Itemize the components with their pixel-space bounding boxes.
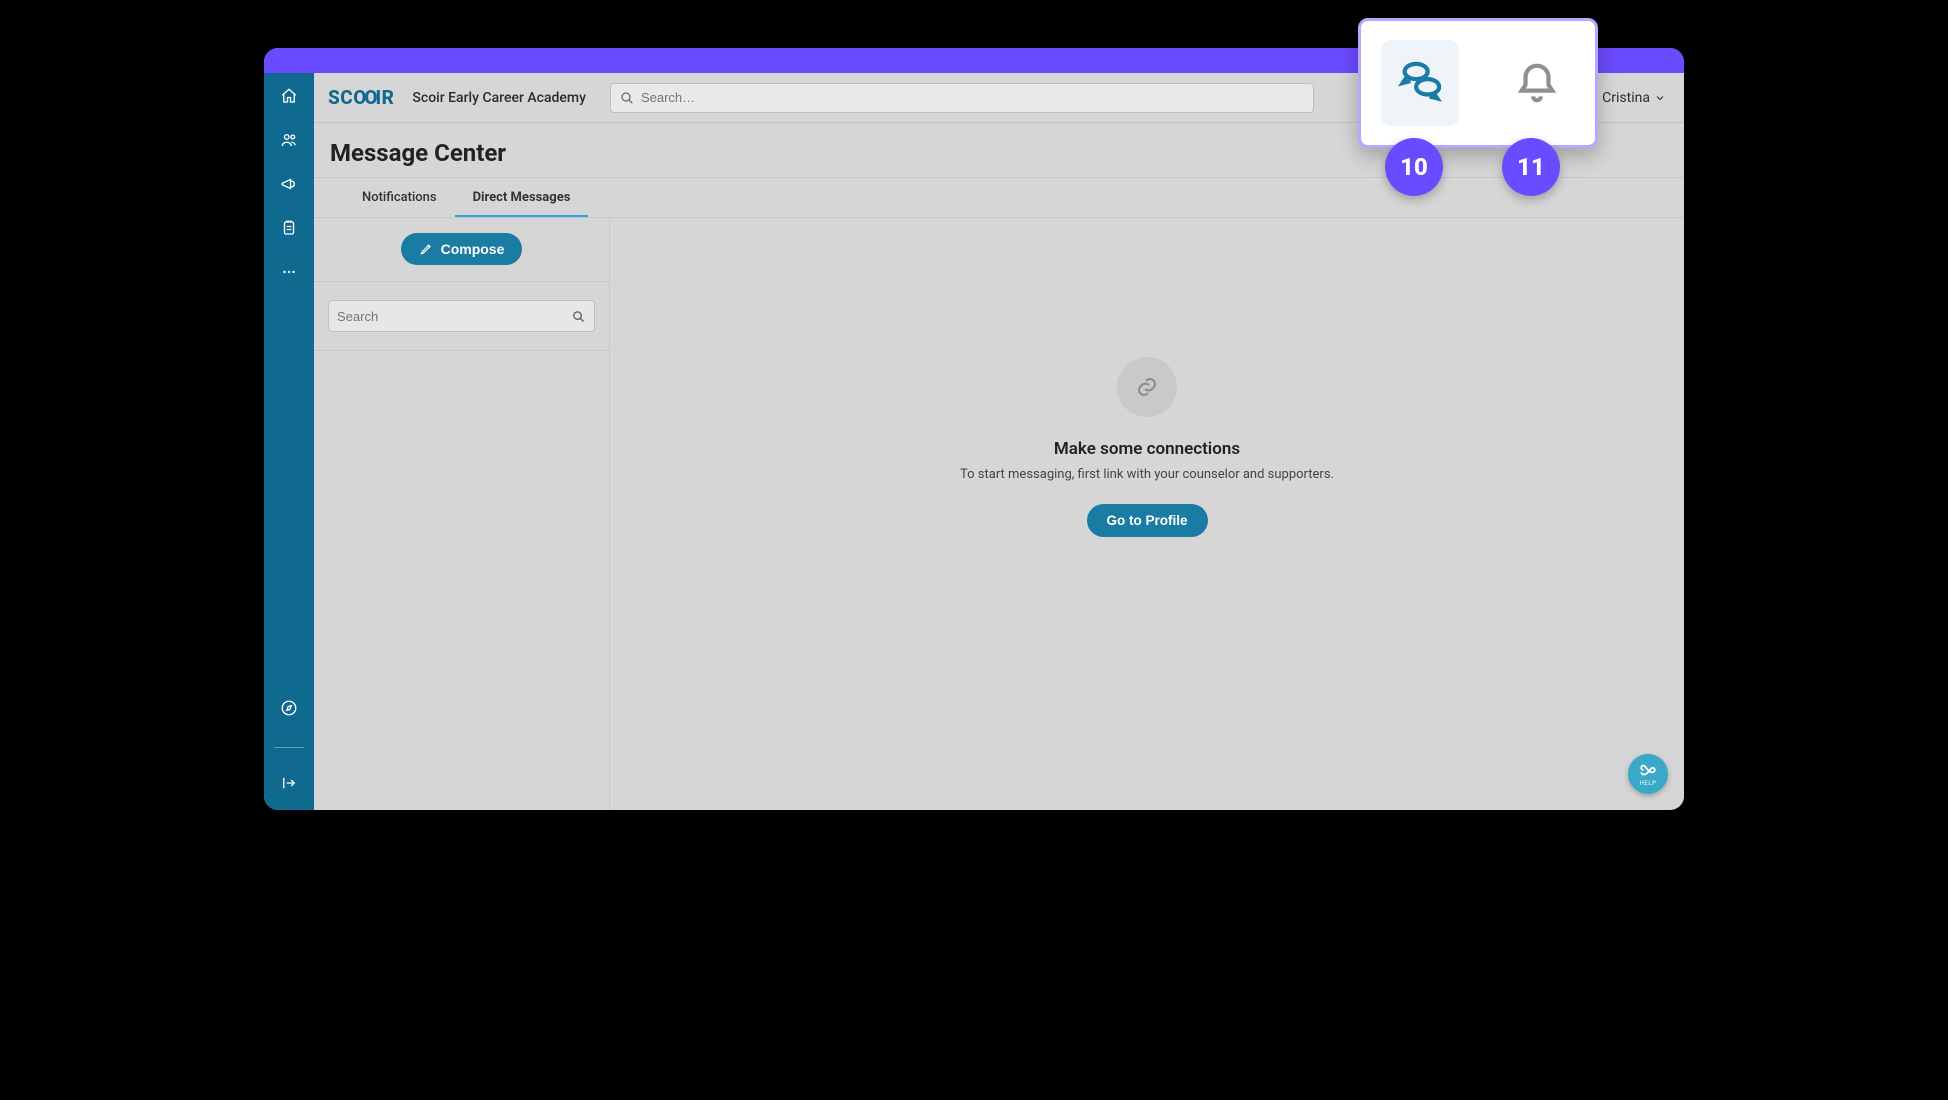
- link-icon: [1135, 375, 1159, 399]
- megaphone-icon[interactable]: [280, 175, 298, 197]
- conversation-search-input[interactable]: [337, 309, 565, 324]
- annotation-popover: [1358, 18, 1598, 148]
- search-icon: [571, 309, 586, 324]
- message-area: Make some connections To start messaging…: [610, 217, 1684, 810]
- bell-icon: [1514, 60, 1560, 106]
- app-window: SCOOIR Scoir Early Career Academy Cristi…: [264, 48, 1684, 810]
- empty-subtitle: To start messaging, first link with your…: [960, 467, 1334, 482]
- conversations-panel: Compose: [314, 217, 610, 810]
- help-label: HELP: [1640, 780, 1657, 787]
- notifications-tile[interactable]: [1498, 40, 1576, 126]
- people-icon[interactable]: [280, 131, 298, 153]
- user-menu[interactable]: Cristina: [1602, 90, 1666, 106]
- sidebar-divider: [274, 747, 304, 748]
- go-to-profile-button[interactable]: Go to Profile: [1087, 504, 1208, 537]
- compose-button[interactable]: Compose: [401, 233, 523, 265]
- home-icon[interactable]: [280, 87, 298, 109]
- annotation-badge-11: 11: [1502, 138, 1560, 196]
- sidebar: [264, 73, 314, 810]
- empty-state-icon: [1117, 357, 1177, 417]
- tab-direct-messages[interactable]: Direct Messages: [455, 178, 589, 217]
- pencil-icon: [419, 242, 433, 256]
- collapse-icon[interactable]: [280, 774, 298, 796]
- chevron-down-icon: [1654, 92, 1666, 104]
- tabs: Notifications Direct Messages: [314, 178, 1684, 218]
- compass-icon[interactable]: [280, 699, 298, 721]
- compose-label: Compose: [441, 241, 505, 257]
- chat-icon: [1397, 60, 1443, 106]
- empty-title: Make some connections: [1054, 439, 1240, 459]
- more-icon[interactable]: [280, 263, 298, 285]
- annotation-badge-10: 10: [1385, 138, 1443, 196]
- content: Message Center Notifications Direct Mess…: [314, 123, 1684, 810]
- org-name: Scoir Early Career Academy: [412, 90, 586, 106]
- tab-notifications[interactable]: Notifications: [344, 178, 455, 217]
- search-icon: [619, 90, 635, 106]
- global-search[interactable]: [610, 83, 1314, 113]
- messages-tile[interactable]: [1381, 40, 1459, 126]
- logo[interactable]: SCOOIR: [324, 86, 398, 109]
- help-button[interactable]: HELP: [1628, 754, 1668, 794]
- conversation-search[interactable]: [328, 300, 595, 332]
- infinity-icon: [1639, 761, 1657, 779]
- user-name: Cristina: [1602, 90, 1650, 106]
- global-search-input[interactable]: [641, 90, 1305, 105]
- clipboard-icon[interactable]: [280, 219, 298, 241]
